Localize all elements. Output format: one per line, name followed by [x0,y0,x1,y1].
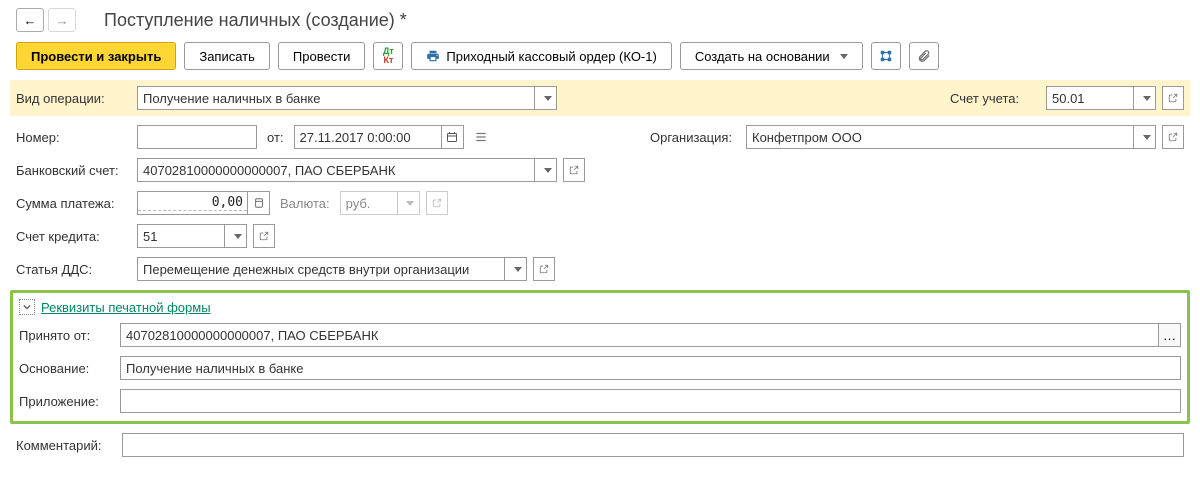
collapse-toggle[interactable] [19,299,35,315]
credit-account-select[interactable]: 51 [137,224,247,248]
operation-label: Вид операции: [16,91,131,106]
bank-account-label: Банковский счет: [16,163,131,178]
payment-sum-label: Сумма платежа: [16,196,131,211]
account-open-button[interactable] [1162,86,1184,110]
paperclip-icon [917,49,931,63]
print-form-section: Реквизиты печатной формы Принято от: 407… [10,290,1190,424]
chevron-down-icon [23,303,31,311]
received-from-input[interactable]: 40702810000000000007, ПАО СБЕРБАНК … [120,323,1181,347]
basis-label: Основание: [19,361,114,376]
comment-input[interactable] [122,433,1184,457]
chevron-down-icon [1143,135,1151,140]
chevron-down-icon [1143,96,1151,101]
print-cash-order-button[interactable]: Приходный кассовый ордер (КО-1) [411,42,671,70]
currency-label: Валюта: [280,196,330,211]
open-icon [569,165,579,175]
account-label: Счет учета: [950,91,1040,106]
calendar-icon [446,131,458,143]
date-picker-button[interactable] [441,126,463,148]
chevron-down-icon [544,96,552,101]
dds-select[interactable]: Перемещение денежных средств внутри орга… [137,257,527,281]
number-label: Номер: [16,130,131,145]
basis-input[interactable]: Получение наличных в банке [120,356,1181,380]
dtkt-icon: ДтКт [383,47,394,65]
organization-open-button[interactable] [1162,125,1184,149]
currency-select: руб. [340,191,420,215]
credit-account-dropdown-button[interactable] [224,225,246,247]
calculator-icon [254,198,264,208]
submit-button[interactable]: Провести [278,42,366,70]
dds-open-button[interactable] [533,257,555,281]
forward-button[interactable]: → [48,8,76,32]
credit-account-label: Счет кредита: [16,229,131,244]
credit-account-open-button[interactable] [253,224,275,248]
list-icon [474,130,488,144]
chevron-down-icon [840,54,848,59]
account-select[interactable]: 50.01 [1046,86,1156,110]
received-from-label: Принято от: [19,328,114,343]
comment-label: Комментарий: [16,438,116,453]
create-based-on-button[interactable]: Создать на основании [680,42,863,70]
bank-account-open-button[interactable] [563,158,585,182]
number-input[interactable] [137,125,257,149]
structure-icon [879,49,893,63]
dds-label: Статья ДДС: [16,262,131,277]
structure-button[interactable] [871,42,901,70]
open-icon [1168,93,1178,103]
payment-sum-input[interactable]: 0,00 [137,191,270,215]
toolbar: Провести и закрыть Записать Провести ДтК… [16,42,1184,70]
received-from-choose-button[interactable]: … [1158,324,1180,346]
bank-account-select[interactable]: 40702810000000000007, ПАО СБЕРБАНК [137,158,557,182]
bank-account-dropdown-button[interactable] [534,159,556,181]
submit-and-close-button[interactable]: Провести и закрыть [16,42,176,70]
attachment-input[interactable] [120,389,1181,413]
dds-dropdown-button[interactable] [504,258,526,280]
account-dropdown-button[interactable] [1133,87,1155,109]
open-icon [1168,132,1178,142]
open-icon [432,198,442,208]
from-label: от: [267,130,284,145]
dtkt-button[interactable]: ДтКт [373,42,403,70]
chevron-down-icon [544,168,552,173]
operation-dropdown-button[interactable] [534,87,556,109]
chevron-down-icon [514,267,522,272]
currency-open-button [426,191,448,215]
chevron-down-icon [234,234,242,239]
save-button[interactable]: Записать [184,42,270,70]
open-icon [539,264,549,274]
open-icon [259,231,269,241]
organization-select[interactable]: Конфетпром ООО [746,125,1156,149]
organization-dropdown-button[interactable] [1133,126,1155,148]
organization-label: Организация: [650,130,740,145]
operation-select[interactable]: Получение наличных в банке [137,86,557,110]
date-input[interactable]: 27.11.2017 0:00:00 [294,125,464,149]
print-form-header[interactable]: Реквизиты печатной формы [19,299,1181,315]
printer-icon [426,49,440,63]
attachment-label: Приложение: [19,394,114,409]
back-button[interactable]: ← [16,8,44,32]
attachment-button[interactable] [909,42,939,70]
currency-dropdown-button [397,192,419,214]
chevron-down-icon [406,201,414,206]
page-title: Поступление наличных (создание) * [104,10,407,31]
number-extra-button[interactable] [470,125,492,149]
calculator-button[interactable] [247,192,269,214]
